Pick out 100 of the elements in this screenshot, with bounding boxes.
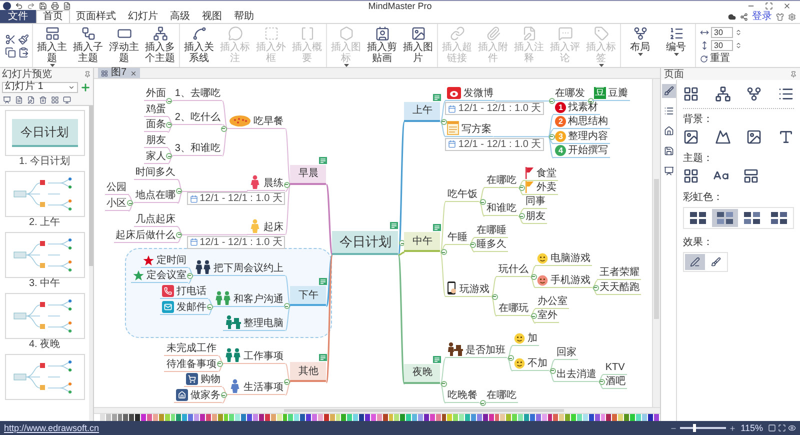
slide-title: 今日计划 xyxy=(12,119,78,147)
ribbon-tab[interactable]: 视图 xyxy=(196,10,228,23)
zoom-reading: 115% xyxy=(740,423,763,433)
task-dates: 12/1 - 12/1 : 1.0 天 xyxy=(458,103,542,114)
subtopic: 出去消遣 xyxy=(554,368,598,382)
subtopic: 1、去哪吃 xyxy=(172,87,222,101)
main-topic: 下午 xyxy=(290,286,326,306)
website-link[interactable]: http://www.edrawsoft.cn xyxy=(4,423,100,433)
subtopic-label: 手机游戏 xyxy=(550,274,590,287)
subtopic: 在哪发 xyxy=(553,87,588,101)
subtopic-label: 晨练 xyxy=(263,177,284,190)
subtopic-label: 吃早餐 xyxy=(253,114,284,128)
main-topic: 早晨 xyxy=(290,164,326,185)
subtopic-label: 生活事项 xyxy=(243,381,284,394)
slide-select[interactable]: 幻灯片 1 xyxy=(2,82,78,92)
spacing-field[interactable]: 30 xyxy=(711,40,733,51)
priority-marker: 4 xyxy=(555,144,566,156)
subtopic-label: 做家务 xyxy=(190,389,220,402)
subtopic: 在哪玩 xyxy=(496,302,530,316)
subtopic-label: 外卖 xyxy=(536,181,556,194)
central-topic: 今日计划 xyxy=(332,231,398,255)
subtopic: 未完成工作 xyxy=(164,342,218,356)
ribbon-tab[interactable]: 页面样式 xyxy=(70,10,122,23)
ribbon-button[interactable]: 编号 xyxy=(658,24,694,67)
subtopic-label: 构思结构 xyxy=(568,115,608,128)
slide-caption: 3. 中午 xyxy=(28,278,60,290)
main-topic: 夜晚 xyxy=(404,364,440,384)
ribbon-button[interactable]: 插入主题 xyxy=(34,24,70,67)
subtopic: 吃午饭 xyxy=(445,188,480,202)
document-tab-label: 图7 xyxy=(111,68,127,78)
section-label: 效果： xyxy=(683,237,714,249)
subtopic-label: 和客户沟通 xyxy=(233,293,284,306)
ribbon-button[interactable]: 浮动主题 xyxy=(106,24,142,67)
subtopic: 办公室 xyxy=(535,294,570,309)
subtopic-label: 购物 xyxy=(200,373,220,386)
subtopic-label: 发邮件 xyxy=(176,300,206,314)
subtopic: 在哪吃 xyxy=(484,389,518,403)
reset-button[interactable]: 重置 xyxy=(700,53,742,64)
subtopic: 玩什么 xyxy=(496,262,530,277)
subtopic-label: 写方案 xyxy=(461,122,492,136)
window-title: MindMaster Pro xyxy=(367,1,433,11)
ribbon-button[interactable]: 插入子主题 xyxy=(70,24,106,67)
subtopic: 回家 xyxy=(554,346,578,360)
priority-marker: 2 xyxy=(555,116,566,128)
subtopic-label: 整理内容 xyxy=(568,130,608,143)
subtopic-label: 整理电脑 xyxy=(243,316,284,330)
login-link[interactable]: 登录 xyxy=(752,10,772,22)
subtopic: 起床后做什么 xyxy=(114,228,178,243)
main-topic: 其他 xyxy=(290,362,326,382)
ribbon-button[interactable]: 插入关系线 xyxy=(181,24,217,67)
section-label: 主题： xyxy=(683,153,714,165)
ribbon-button[interactable]: 插入多个主题 xyxy=(142,24,178,67)
document-tab[interactable]: 图7 xyxy=(98,68,140,78)
ribbon-tab[interactable]: 首页 xyxy=(36,10,70,23)
subtopic: 家人 xyxy=(144,150,168,164)
subtopic: 室外 xyxy=(535,309,560,324)
slide-thumbnail[interactable]: 今日计划 xyxy=(4,110,84,156)
subtopic: 面条 xyxy=(144,118,168,132)
subtopic-label: 定会议室 xyxy=(146,269,186,282)
subtopic-label: 定时间 xyxy=(156,254,186,267)
task-dates: 12/1 - 12/1 : 1.0 天 xyxy=(458,138,542,150)
subtopic-label: 是否加班 xyxy=(465,344,506,358)
subtopic: 在哪吃 xyxy=(484,174,518,188)
ribbon-tab[interactable]: 高级 xyxy=(164,10,196,23)
priority-marker: 3 xyxy=(555,130,566,142)
subtopic-label: 工作事项 xyxy=(243,350,284,363)
priority-marker: 1 xyxy=(555,102,566,114)
subtopic: 吃晚餐 xyxy=(445,389,480,403)
ribbon-button[interactable]: 布局 xyxy=(622,24,658,67)
subtopic-label: 发微博 xyxy=(463,87,494,100)
slide-caption: 4. 夜晚 xyxy=(28,339,60,351)
ribbon-button[interactable]: 插入图片 xyxy=(400,24,436,67)
spacing-field[interactable]: 30 xyxy=(711,27,733,38)
subtopic-label: 玩游戏 xyxy=(459,282,490,296)
subtopic: 朋友 xyxy=(523,210,548,224)
file-menu-button[interactable]: 文件 xyxy=(0,10,36,23)
subtopic: 公园 xyxy=(104,181,129,196)
slide-caption: 1. 今日计划 xyxy=(18,156,70,168)
subtopic: 地点在哪 xyxy=(134,189,178,204)
subtopic-label: 把下周会议约上 xyxy=(213,262,284,275)
task-dates: 12/1 - 12/1 : 1.0 天 xyxy=(200,193,282,204)
subtopic: 鸡蛋 xyxy=(144,102,168,117)
subtopic: 王者荣耀 xyxy=(597,266,642,280)
subtopic: 2、吃什么 xyxy=(172,110,222,125)
section-label: 背景： xyxy=(683,114,714,126)
task-dates: 12/1 - 12/1 : 1.0 天 xyxy=(200,236,282,248)
subtopic-label: 电脑游戏 xyxy=(550,252,590,266)
subtopic: 酒吧 xyxy=(603,374,628,389)
subtopic-label: 开始撰写 xyxy=(568,144,608,157)
subtopic-label: 食堂 xyxy=(536,166,556,180)
ribbon-tab[interactable]: 帮助 xyxy=(228,10,260,23)
panel-title: 幻灯片预览 xyxy=(2,68,52,80)
subtopic: 睡多久 xyxy=(474,238,508,252)
subtopic: 在哪睡 xyxy=(474,224,508,238)
subtopic-label: 加 xyxy=(527,332,538,346)
subtopic: 朋友 xyxy=(144,134,168,148)
panel-title: 页面 xyxy=(664,68,684,80)
ribbon-tab[interactable]: 幻灯片 xyxy=(122,10,164,23)
subtopic: 待准备事项 xyxy=(164,358,218,372)
ribbon-button[interactable]: 插入剪贴画 xyxy=(364,24,400,67)
